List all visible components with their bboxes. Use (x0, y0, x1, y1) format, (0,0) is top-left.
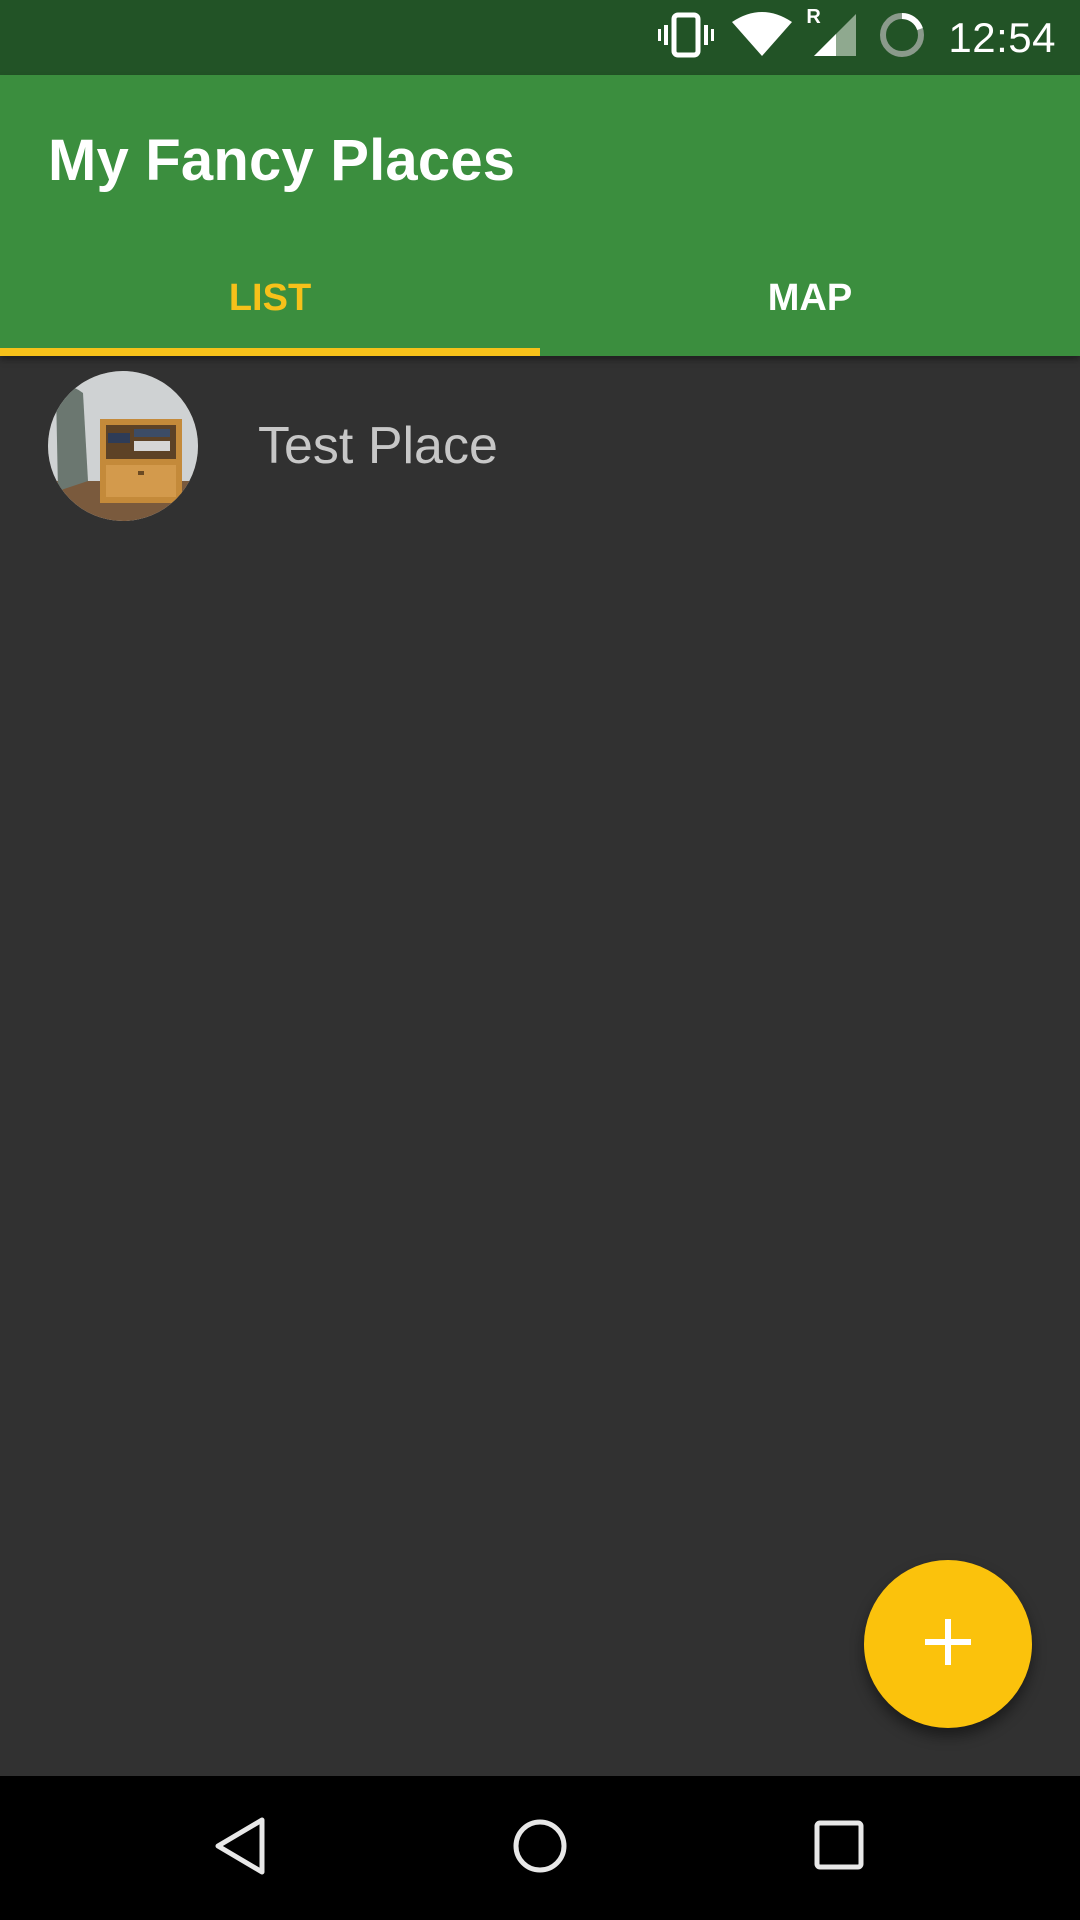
recents-icon (812, 1818, 868, 1879)
tab-bar: LIST MAP (0, 241, 1080, 356)
back-icon (210, 1816, 270, 1881)
add-place-button[interactable] (864, 1560, 1032, 1728)
place-name: Test Place (258, 417, 498, 475)
vibrate-icon (658, 11, 715, 64)
tab-indicator (0, 348, 540, 356)
tab-list[interactable]: LIST (0, 241, 540, 356)
status-icons: R 12:54 (640, 0, 1056, 75)
plus-icon (923, 1617, 973, 1672)
tab-map[interactable]: MAP (540, 241, 1080, 356)
tab-map-label: MAP (767, 277, 853, 319)
list-item[interactable]: Test Place (0, 356, 1080, 536)
back-button[interactable] (190, 1798, 290, 1898)
status-bar: R 12:54 (0, 0, 1080, 75)
recents-button[interactable] (790, 1798, 890, 1898)
home-button[interactable] (490, 1798, 590, 1898)
tab-list-label: LIST (228, 277, 312, 319)
status-time: 12:54 (948, 13, 1056, 61)
wifi-icon (732, 12, 793, 63)
app-title: My Fancy Places (48, 128, 516, 193)
navigation-bar (0, 1776, 1080, 1920)
place-thumbnail (48, 371, 198, 521)
home-icon (510, 1816, 570, 1881)
roaming-indicator: R (806, 6, 821, 28)
signal-roaming-icon: R (806, 6, 860, 63)
places-list: Test Place (0, 356, 1080, 536)
app-bar: My Fancy Places LIST MAP (0, 75, 1080, 356)
battery-charging-icon (878, 11, 926, 64)
